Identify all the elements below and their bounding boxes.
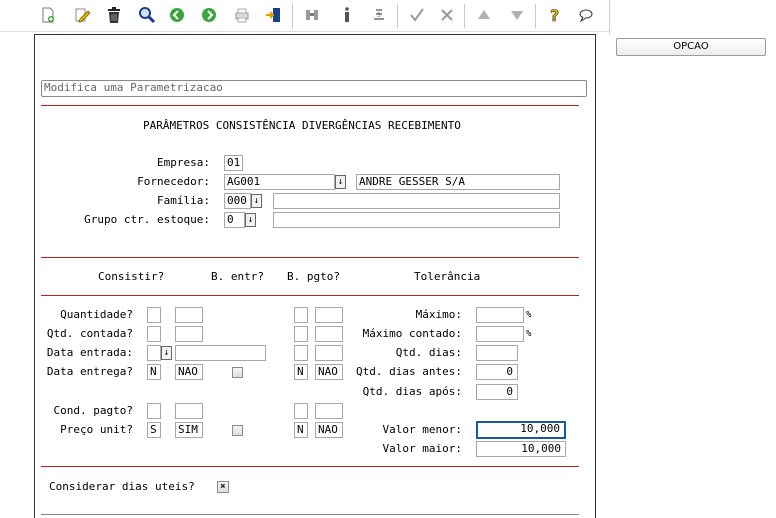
list-icon[interactable]: 3 (369, 5, 389, 25)
grupo-name-field (273, 212, 560, 228)
preco-unit-flag-input[interactable]: S (147, 422, 161, 438)
fornecedor-label: Fornecedor: (137, 175, 210, 188)
qtd-dias-input[interactable] (476, 345, 518, 361)
qtd-dias-antes-label: Qtd. dias antes: (356, 365, 462, 378)
qtd-dias-apos-input[interactable]: 0 (476, 384, 518, 400)
empresa-label: Empresa: (157, 156, 210, 169)
familia-code-input[interactable]: 000 (224, 193, 251, 209)
fornecedor-lookup-icon[interactable]: ↓ (335, 175, 346, 189)
cond-pagto-flag-input[interactable] (147, 403, 161, 419)
data-entrega-text-field: NAO (175, 364, 203, 380)
preco-unit-text-field: SIM (175, 422, 203, 438)
data-entrega-b-entr-checkbox[interactable] (232, 367, 243, 378)
binoculars-icon[interactable] (302, 5, 322, 25)
maximo-contado-input[interactable] (476, 326, 524, 342)
preco-unit-b-entr-checkbox[interactable] (232, 425, 243, 436)
new-document-icon[interactable] (38, 5, 58, 25)
grupo-label: Grupo ctr. estoque: (84, 213, 210, 226)
fornecedor-code-input[interactable]: AG001 (224, 174, 335, 190)
qtd-contada-pgto-flag-input[interactable] (294, 326, 308, 342)
divider-3 (41, 295, 579, 296)
edit-icon[interactable] (72, 5, 92, 25)
header-b-entr: B. entr? (211, 270, 264, 283)
valor-maior-label: Valor maior: (382, 442, 462, 455)
next-icon[interactable] (199, 5, 219, 25)
cond-pagto-pgto-flag-input[interactable] (294, 403, 308, 419)
qtd-dias-apos-label: Qtd. dias após: (362, 385, 462, 398)
toolbar-divider (0, 31, 610, 32)
section-title: PARÂMETROS CONSISTÊNCIA DIVERGÊNCIAS REC… (143, 119, 461, 132)
mode-title-field: Modifica uma Parametrizacao (41, 80, 587, 97)
grupo-lookup-icon[interactable]: ↓ (245, 213, 256, 227)
data-entrada-pgto-flag-input[interactable] (294, 345, 308, 361)
valor-maior-input[interactable]: 10,000 (476, 441, 566, 457)
exit-icon[interactable] (263, 5, 283, 25)
delete-icon[interactable] (104, 5, 124, 25)
confirm-icon[interactable] (407, 5, 427, 25)
maximo-contado-label: Máximo contado: (362, 327, 462, 340)
familia-label: Família: (157, 194, 210, 207)
qtd-dias-antes-input[interactable]: 0 (476, 364, 518, 380)
dias-uteis-checkbox[interactable]: ✖ (217, 481, 229, 493)
svg-text:?: ? (550, 6, 559, 24)
quantidade-label: Quantidade? (60, 308, 133, 321)
preco-unit-pgto-flag-input[interactable]: N (294, 422, 308, 438)
header-consistir: Consistir? (98, 270, 165, 283)
fornecedor-name-field: ANDRE GESSER S/A (356, 174, 560, 190)
qtd-contada-label: Qtd. contada? (46, 327, 133, 340)
empresa-input[interactable]: 01 (224, 155, 243, 171)
preco-unit-label: Preço unit? (60, 423, 133, 436)
familia-name-field (273, 193, 560, 209)
qtd-contada-text-field (175, 326, 203, 342)
data-entrega-flag-input[interactable]: N (147, 364, 161, 380)
dias-uteis-label: Considerar dias uteis? (49, 480, 195, 493)
divider-1 (41, 105, 579, 106)
print-icon[interactable] (232, 5, 252, 25)
maximo-contado-unit: % (526, 329, 532, 339)
divider-2 (41, 257, 579, 258)
maximo-input[interactable] (476, 307, 524, 323)
data-entrada-label: Data entrada: (46, 346, 133, 359)
data-entrada-dropdown-icon[interactable]: ↓ (161, 346, 172, 360)
divider-4 (41, 466, 579, 467)
data-entrega-label: Data entrega? (46, 365, 133, 378)
data-entrada-input[interactable] (147, 345, 161, 361)
opcao-button[interactable]: OPCAO (616, 38, 766, 56)
grupo-code-input[interactable]: 0 (224, 212, 245, 228)
maximo-unit: % (526, 310, 532, 320)
quantidade-text-field (175, 307, 203, 323)
chat-icon[interactable] (576, 5, 596, 25)
up-icon[interactable] (474, 5, 494, 25)
qtd-contada-flag-input[interactable] (147, 326, 161, 342)
familia-lookup-icon[interactable]: ↓ (251, 194, 262, 208)
down-icon[interactable] (507, 5, 527, 25)
info-icon[interactable] (337, 5, 357, 25)
quantidade-pgto-flag-input[interactable] (294, 307, 308, 323)
data-entrega-pgto-flag-input[interactable]: N (294, 364, 308, 380)
svg-text:3: 3 (377, 12, 381, 19)
cond-pagto-label: Cond. pagto? (53, 404, 133, 417)
valor-menor-input[interactable]: 10,000 (476, 421, 566, 439)
maximo-label: Máximo: (415, 308, 462, 321)
bottom-edge (41, 514, 579, 515)
cond-pagto-text-field (175, 403, 203, 419)
form-panel: Modifica uma Parametrizacao PARÂMETROS C… (34, 34, 596, 518)
previous-icon[interactable] (167, 5, 187, 25)
toolbar-edge (609, 0, 610, 35)
quantidade-flag-input[interactable] (147, 307, 161, 323)
toolbar: 3 ? (0, 0, 610, 32)
header-tolerancia: Tolerância (414, 270, 481, 283)
data-entrada-desc-field (175, 345, 266, 361)
search-icon[interactable] (137, 5, 157, 25)
help-icon[interactable]: ? (546, 5, 566, 25)
qtd-dias-label: Qtd. dias: (395, 346, 462, 359)
cond-pagto-pgto-text-field (315, 403, 343, 419)
valor-menor-label: Valor menor: (382, 423, 462, 436)
cancel-icon[interactable] (437, 5, 457, 25)
header-b-pgto: B. pgto? (287, 270, 340, 283)
